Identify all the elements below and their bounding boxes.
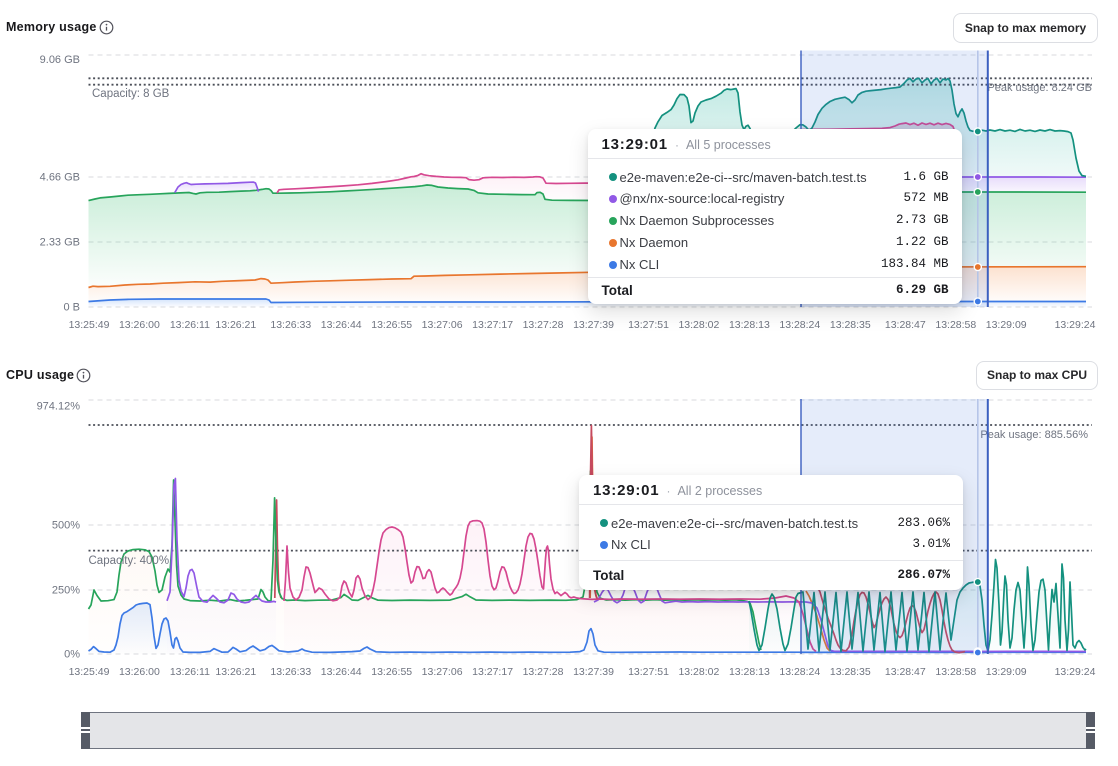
svg-text:13:27:51: 13:27:51: [628, 666, 669, 678]
svg-text:Capacity: 400%: Capacity: 400%: [89, 555, 170, 567]
svg-text:974.12%: 974.12%: [37, 401, 81, 413]
svg-text:13:28:58: 13:28:58: [935, 319, 976, 331]
svg-text:13:28:35: 13:28:35: [830, 319, 871, 331]
svg-text:13:26:33: 13:26:33: [270, 666, 311, 678]
svg-text:13:29:24: 13:29:24: [1055, 319, 1096, 331]
svg-text:13:27:39: 13:27:39: [573, 666, 614, 678]
svg-text:13:26:33: 13:26:33: [270, 319, 311, 331]
svg-text:13:28:47: 13:28:47: [885, 319, 926, 331]
svg-text:13:27:28: 13:27:28: [523, 319, 564, 331]
svg-text:13:28:02: 13:28:02: [678, 666, 719, 678]
svg-text:Peak usage: 885.56%: Peak usage: 885.56%: [980, 429, 1088, 441]
svg-text:13:28:24: 13:28:24: [779, 319, 820, 331]
svg-text:2.33 GB: 2.33 GB: [40, 237, 80, 249]
svg-text:13:27:39: 13:27:39: [573, 319, 614, 331]
svg-text:13:28:13: 13:28:13: [729, 319, 770, 331]
svg-text:13:28:13: 13:28:13: [729, 666, 770, 678]
svg-text:13:26:00: 13:26:00: [119, 319, 160, 331]
svg-text:13:27:17: 13:27:17: [472, 319, 513, 331]
svg-text:13:28:58: 13:28:58: [935, 666, 976, 678]
svg-text:13:26:44: 13:26:44: [321, 319, 362, 331]
svg-text:0 B: 0 B: [63, 302, 80, 314]
svg-text:13:25:49: 13:25:49: [69, 666, 110, 678]
svg-text:Peak usage: 8.24 GB: Peak usage: 8.24 GB: [987, 82, 1092, 94]
svg-text:13:27:51: 13:27:51: [628, 319, 669, 331]
svg-text:13:28:47: 13:28:47: [885, 666, 926, 678]
svg-text:13:28:02: 13:28:02: [678, 319, 719, 331]
svg-text:4.66 GB: 4.66 GB: [40, 172, 80, 184]
svg-text:13:27:06: 13:27:06: [422, 319, 463, 331]
svg-text:13:26:11: 13:26:11: [170, 319, 210, 331]
svg-text:500%: 500%: [52, 520, 80, 532]
svg-text:13:27:28: 13:27:28: [523, 666, 564, 678]
svg-text:13:28:35: 13:28:35: [830, 666, 871, 678]
svg-text:13:26:00: 13:26:00: [119, 666, 160, 678]
svg-text:13:27:17: 13:27:17: [472, 666, 513, 678]
svg-text:13:26:55: 13:26:55: [371, 319, 412, 331]
svg-text:13:26:44: 13:26:44: [321, 666, 362, 678]
svg-text:13:26:55: 13:26:55: [371, 666, 412, 678]
svg-text:9.06 GB: 9.06 GB: [40, 54, 80, 66]
svg-text:Capacity: 8 GB: Capacity: 8 GB: [92, 88, 170, 100]
svg-text:250%: 250%: [52, 585, 80, 597]
svg-text:13:25:49: 13:25:49: [69, 319, 110, 331]
svg-text:13:26:21: 13:26:21: [215, 319, 256, 331]
svg-text:13:26:21: 13:26:21: [215, 666, 256, 678]
svg-text:0%: 0%: [64, 649, 80, 661]
svg-text:13:29:09: 13:29:09: [986, 319, 1027, 331]
svg-text:13:28:24: 13:28:24: [779, 666, 820, 678]
svg-text:13:26:11: 13:26:11: [170, 666, 210, 678]
svg-text:13:27:06: 13:27:06: [422, 666, 463, 678]
svg-text:13:29:09: 13:29:09: [986, 666, 1027, 678]
svg-text:13:29:24: 13:29:24: [1055, 666, 1096, 678]
